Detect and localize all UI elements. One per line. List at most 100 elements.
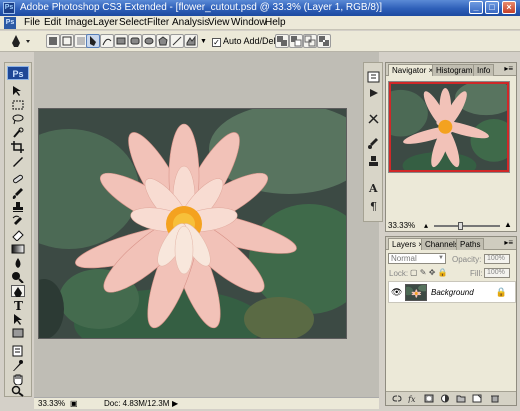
add-mask-icon[interactable]	[424, 394, 434, 403]
status-zoom[interactable]: 33.33%	[38, 399, 65, 408]
status-arrow-icon[interactable]: ▶	[172, 399, 178, 408]
actions-panel-icon[interactable]	[367, 87, 380, 99]
type-tool-icon[interactable]: T	[11, 299, 25, 311]
layers-menu-icon[interactable]: ▸≡	[504, 238, 513, 247]
panel-menu-icon[interactable]: ▸≡	[504, 64, 513, 73]
zoom-slider-handle[interactable]	[458, 222, 463, 230]
paragraph-panel-icon[interactable]: ¶	[367, 199, 380, 211]
fill-field[interactable]: 100%	[484, 268, 510, 278]
eyedropper-icon[interactable]	[11, 359, 25, 371]
intersect-path-areas-icon[interactable]	[303, 34, 317, 48]
notes-tool-icon[interactable]	[11, 345, 25, 357]
dodge-tool-icon[interactable]	[11, 271, 25, 283]
document-canvas[interactable]	[38, 108, 347, 339]
zoom-slider[interactable]	[434, 225, 500, 227]
menu-image[interactable]: Image	[65, 17, 93, 28]
menu-file[interactable]: File	[24, 17, 40, 28]
healing-brush-icon[interactable]	[11, 173, 25, 185]
layer-style-icon[interactable]: fx	[408, 394, 418, 403]
close-button[interactable]: ×	[502, 1, 516, 14]
history-panel-icon[interactable]	[367, 71, 380, 83]
menu-bar: Ps File Edit Image Layer Select Filter A…	[0, 16, 520, 30]
brush-tool-icon[interactable]	[11, 187, 25, 199]
character-panel-icon[interactable]: A	[367, 181, 380, 193]
shape-options-chevron-down-icon[interactable]: ▼	[200, 38, 207, 45]
marquee-tool-icon[interactable]	[11, 99, 25, 111]
opacity-label: Opacity:	[452, 255, 482, 264]
menu-select[interactable]: Select	[119, 17, 147, 28]
fill-label: Fill:	[470, 269, 483, 278]
blend-mode-select[interactable]: Normal ▼	[388, 253, 446, 264]
clone-stamp-icon[interactable]	[11, 201, 25, 213]
minimize-button[interactable]: _	[469, 1, 483, 14]
menu-help[interactable]: Help	[265, 17, 286, 28]
layer-row[interactable]: 👁 Background 🔒	[388, 281, 516, 303]
blur-tool-icon[interactable]	[11, 257, 25, 269]
navigator-tabs: Navigator × Histogram Info ▸≡	[386, 63, 516, 76]
menu-window[interactable]: Window	[231, 17, 267, 28]
new-layer-icon[interactable]	[472, 394, 482, 403]
rectangle-shape-icon[interactable]	[114, 34, 128, 48]
exclude-overlap-icon[interactable]	[317, 34, 331, 48]
status-menu-icon[interactable]: ▣	[70, 399, 78, 408]
hand-tool-icon[interactable]	[11, 373, 25, 385]
adjustment-layer-icon[interactable]	[440, 394, 450, 403]
crop-tool-icon[interactable]	[11, 141, 25, 153]
menu-analysis[interactable]: Analysis	[172, 17, 209, 28]
path-select-icon[interactable]	[11, 313, 25, 325]
lock-icons[interactable]: ▢ ✎ ✥ 🔒	[410, 268, 448, 277]
zoom-tool-icon[interactable]	[11, 385, 25, 397]
add-to-path-area-icon[interactable]	[275, 34, 289, 48]
gradient-tool-icon[interactable]	[11, 243, 25, 255]
tab-info[interactable]: Info	[473, 64, 495, 76]
title-bar: Ps Adobe Photoshop CS3 Extended - [flowe…	[0, 0, 520, 16]
brushes-panel-icon[interactable]	[367, 137, 380, 149]
menu-view[interactable]: View	[208, 17, 230, 28]
layer-name[interactable]: Background	[431, 288, 474, 297]
blend-chevron-down-icon: ▼	[438, 255, 444, 261]
shape-tool-icon[interactable]	[11, 327, 25, 339]
lasso-tool-icon[interactable]	[11, 113, 25, 125]
navigator-preview[interactable]	[388, 81, 510, 173]
slice-tool-icon[interactable]	[11, 155, 25, 167]
maximize-button[interactable]: □	[485, 1, 499, 14]
tab-navigator[interactable]: Navigator ×	[388, 64, 438, 76]
clone-source-icon[interactable]	[367, 155, 380, 167]
pen-tool-icon[interactable]	[11, 285, 25, 297]
delete-layer-icon[interactable]	[490, 394, 500, 403]
rounded-rectangle-icon[interactable]	[128, 34, 142, 48]
shape-layers-icon[interactable]	[46, 34, 60, 48]
layers-bottom-toolbar: fx	[386, 391, 516, 405]
pen-tool-icon[interactable]	[86, 34, 100, 48]
ellipse-shape-icon[interactable]	[142, 34, 156, 48]
link-layers-icon[interactable]	[392, 394, 402, 403]
navigator-zoom-value[interactable]: 33.33%	[388, 221, 415, 230]
quick-select-tool-icon[interactable]	[11, 127, 25, 139]
move-tool-icon[interactable]	[11, 85, 25, 97]
zoom-out-icon[interactable]: ▴	[424, 221, 428, 230]
subtract-path-area-icon[interactable]	[289, 34, 303, 48]
pen-tool-preset-icon[interactable]	[10, 34, 34, 48]
tab-histogram[interactable]: Histogram	[432, 64, 477, 76]
line-shape-icon[interactable]	[170, 34, 184, 48]
toolbox: Ps T	[4, 62, 32, 397]
tab-paths[interactable]: Paths	[456, 238, 485, 250]
photoshop-menu-icon[interactable]: Ps	[4, 17, 16, 29]
tool-presets-icon[interactable]	[367, 113, 380, 125]
eraser-tool-icon[interactable]	[11, 229, 25, 241]
checkbox-icon[interactable]: ✓	[212, 38, 221, 47]
custom-shape-icon[interactable]	[184, 34, 198, 48]
menu-edit[interactable]: Edit	[44, 17, 61, 28]
opacity-field[interactable]: 100%	[484, 254, 510, 264]
navigator-view-box[interactable]	[389, 82, 509, 172]
doc-size: Doc: 4.83M/12.3M	[104, 399, 170, 408]
polygon-shape-icon[interactable]	[156, 34, 170, 48]
menu-layer[interactable]: Layer	[93, 17, 118, 28]
eye-icon[interactable]: 👁	[391, 287, 402, 298]
freeform-pen-icon[interactable]	[100, 34, 114, 48]
history-brush-icon[interactable]	[11, 215, 25, 227]
menu-filter[interactable]: Filter	[147, 17, 169, 28]
zoom-in-icon[interactable]: ▲	[504, 220, 512, 229]
paths-icon[interactable]	[60, 34, 74, 48]
new-group-icon[interactable]	[456, 394, 466, 403]
